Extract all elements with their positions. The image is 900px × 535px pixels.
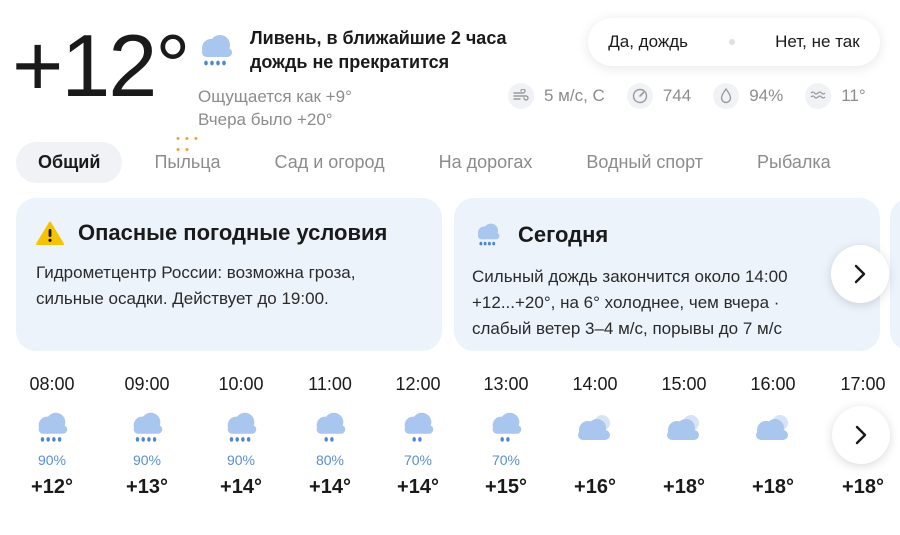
hour-item: 13:00 70% +15° (462, 374, 550, 499)
rain-cloud-icon (472, 220, 504, 250)
hour-time: 09:00 (124, 374, 170, 394)
rain-cloud-icon (197, 404, 285, 452)
precip-probability: 70% (403, 452, 433, 468)
precip-probability: 70% (491, 452, 521, 468)
tab-general[interactable]: Общий (16, 142, 123, 183)
feels-like-block: Ощущается как +9° Вчера было +20° (198, 85, 352, 131)
hour-time: 16:00 (750, 374, 796, 394)
tab-water-sports[interactable]: Водный спорт (564, 142, 725, 183)
hour-temp: +14° (397, 476, 439, 498)
weather-metrics: 5 м/с, С 744 94% 11° (508, 83, 866, 109)
water-temp-value: 11° (841, 86, 866, 105)
chevron-right-icon (855, 425, 867, 445)
tab-fishing[interactable]: Рыбалка (735, 142, 853, 183)
hour-temp: +14° (220, 476, 262, 498)
condition-text: Ливень, в ближайшие 2 часа дождь не прек… (250, 26, 507, 74)
tab-pollen[interactable]: • • • • • Пыльца (132, 134, 242, 183)
tab-garden[interactable]: Сад и огород (253, 142, 407, 183)
today-line-1: Сильный дождь закончится около 14:00 (472, 267, 788, 286)
rain-feedback: Да, дождь Нет, не так (588, 18, 880, 66)
hour-item: 15:00 +18° (640, 374, 728, 499)
hour-time: 11:00 (308, 374, 352, 394)
current-temperature: +12° (12, 16, 190, 115)
hour-item: 12:00 70% +14° (374, 374, 462, 499)
pressure-value: 744 (662, 86, 692, 105)
today-card-header: Сегодня (472, 220, 860, 250)
droplet-icon (713, 83, 740, 109)
today-line-2: +12...+20°, на 6° холоднее, чем вчера · (472, 293, 780, 312)
pollen-dots-icon: • • • • • (176, 133, 199, 156)
feels-like: Ощущается как +9° (198, 87, 352, 106)
hour-item: 11:00 80% +14° (286, 374, 374, 499)
hour-temp: +18° (663, 476, 705, 498)
hour-time: 13:00 (483, 374, 529, 394)
hour-item: 08:00 90% +12° (8, 374, 96, 499)
rain-cloud-icon (8, 404, 96, 452)
gauge-icon (626, 83, 653, 109)
yesterday-temp: Вчера было +20° (198, 110, 333, 129)
light-rain-cloud-icon (286, 404, 374, 452)
category-tabs: Общий • • • • • Пыльца Сад и огород На до… (16, 134, 863, 183)
condition-line-2: дождь не прекратится (250, 52, 450, 72)
feedback-separator (728, 39, 735, 45)
hour-item: 09:00 90% +13° (103, 374, 191, 499)
hour-temp: +13° (126, 476, 168, 498)
hour-item: 16:00 +18° (729, 374, 817, 499)
light-rain-cloud-icon (462, 404, 550, 452)
humidity-metric: 94% (713, 83, 783, 109)
warning-line-2: сильные осадки. Действует до 19:00. (36, 289, 329, 308)
next-card-peek (890, 198, 900, 351)
precip-probability: 90% (226, 452, 256, 468)
waves-icon (805, 83, 832, 109)
today-line-3: слабый ветер 3–4 м/с, порывы до 7 м/с (472, 319, 782, 338)
today-card-body: Сильный дождь закончится около 14:00 +12… (472, 264, 860, 342)
hour-temp: +14° (309, 476, 351, 498)
hour-temp: +18° (752, 476, 794, 498)
hourly-next-button[interactable] (832, 406, 890, 464)
hour-temp: +12° (31, 476, 73, 498)
warning-line-1: Гидрометцентр России: возможна гроза, (36, 263, 356, 282)
hour-item: 10:00 90% +14° (197, 374, 285, 499)
warning-card-body: Гидрометцентр России: возможна гроза, си… (36, 260, 422, 312)
today-card-title: Сегодня (518, 222, 609, 247)
wind-metric: 5 м/с, С (508, 83, 605, 109)
today-card[interactable]: Сегодня Сильный дождь закончится около 1… (454, 198, 880, 351)
hour-time: 10:00 (218, 374, 264, 394)
precip-probability: 80% (315, 452, 345, 468)
warning-card-title: Опасные погодные условия (78, 220, 388, 245)
hour-time: 15:00 (661, 374, 707, 394)
overcast-icon (551, 404, 639, 452)
condition-line-1: Ливень, в ближайшие 2 часа (250, 28, 507, 48)
hour-item: 14:00 +16° (551, 374, 639, 499)
overcast-icon (729, 404, 817, 452)
hour-time: 14:00 (572, 374, 618, 394)
rain-cloud-icon (103, 404, 191, 452)
tab-roads[interactable]: На дорогах (417, 142, 555, 183)
warning-card-header: Опасные погодные условия (36, 220, 422, 246)
feedback-yes-button[interactable]: Да, дождь (608, 32, 688, 52)
rain-cloud-icon (195, 30, 237, 72)
chevron-right-icon (854, 264, 866, 284)
light-rain-cloud-icon (374, 404, 462, 452)
precip-probability: 90% (37, 452, 67, 468)
wind-icon (508, 83, 534, 109)
hour-temp: +18° (842, 476, 884, 498)
water-temp-metric: 11° (805, 83, 866, 109)
hour-time: 12:00 (395, 374, 441, 394)
overcast-icon (640, 404, 728, 452)
precip-probability: 90% (132, 452, 162, 468)
hour-time: 17:00 (840, 374, 886, 394)
hour-time: 08:00 (29, 374, 75, 394)
pressure-metric: 744 (626, 83, 692, 109)
feedback-no-button[interactable]: Нет, не так (775, 32, 860, 52)
hour-temp: +16° (574, 476, 616, 498)
cards-next-button[interactable] (831, 245, 889, 303)
humidity-value: 94% (749, 86, 784, 105)
hour-temp: +15° (485, 476, 527, 498)
warning-card[interactable]: Опасные погодные условия Гидрометцентр Р… (16, 198, 442, 351)
wind-value: 5 м/с, С (544, 86, 605, 105)
warning-icon (36, 221, 64, 245)
